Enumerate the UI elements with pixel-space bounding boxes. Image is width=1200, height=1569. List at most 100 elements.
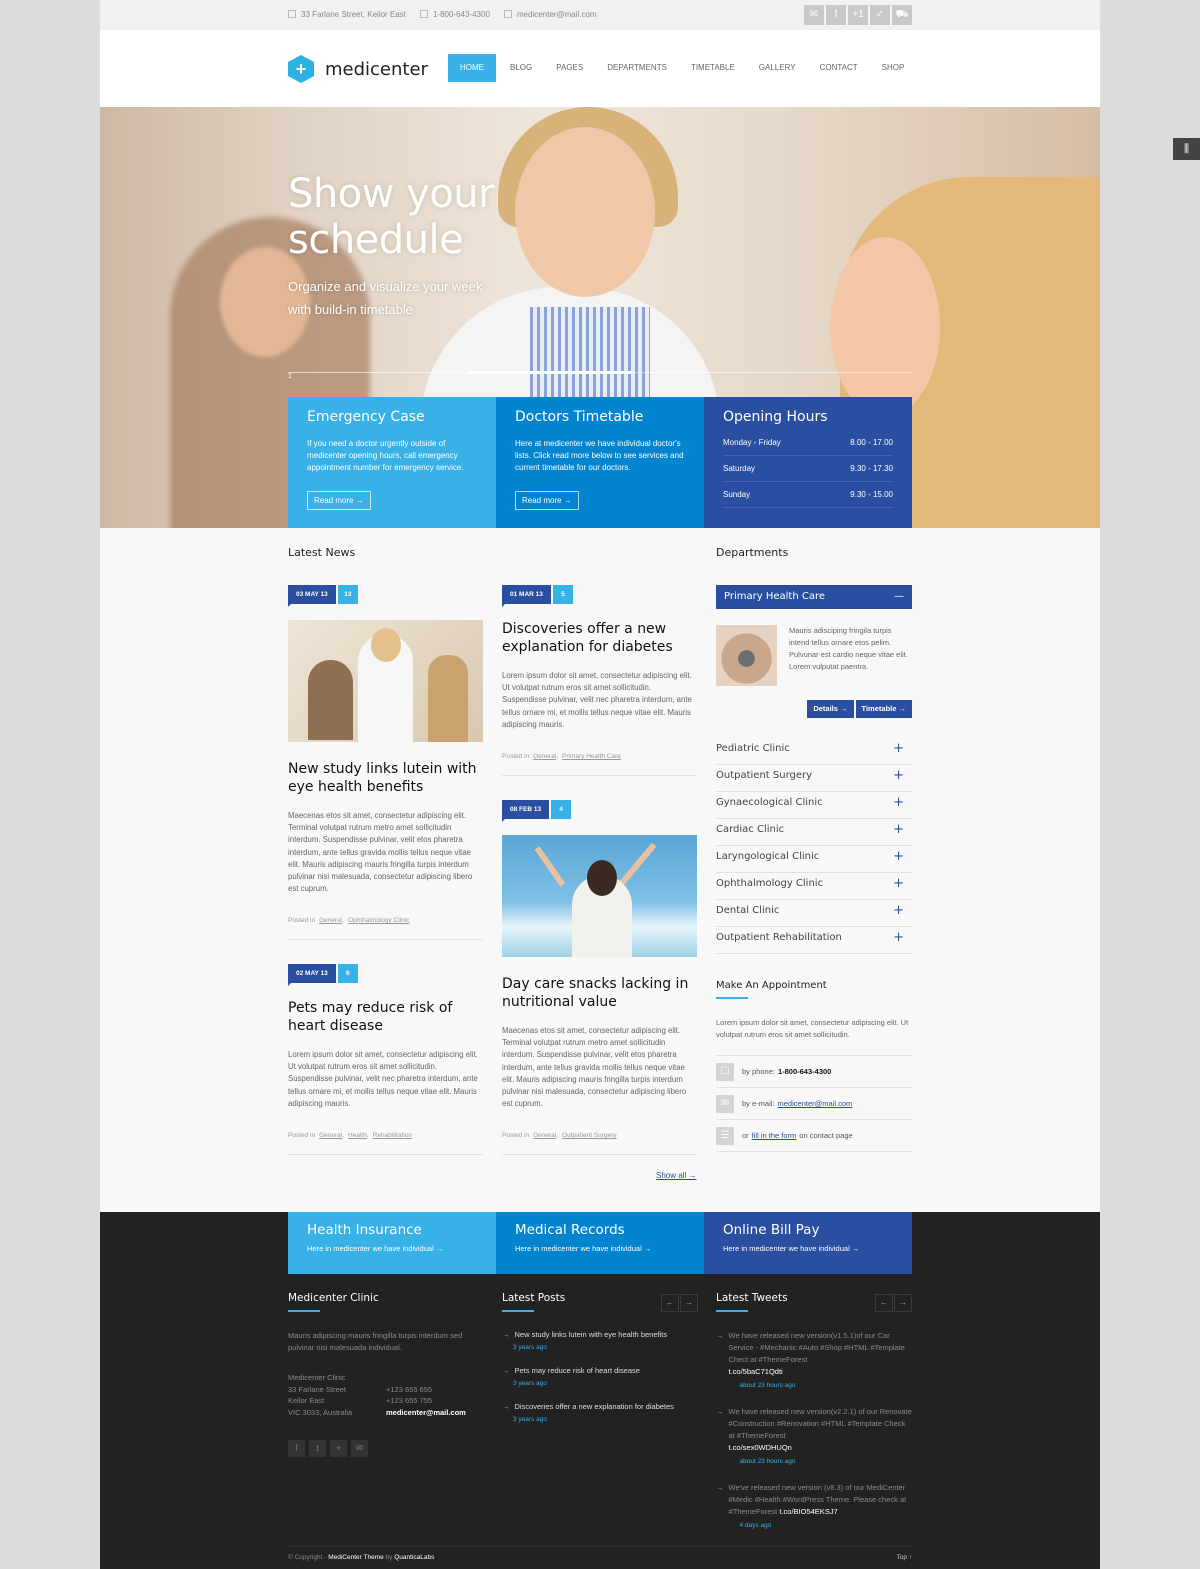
details-button[interactable]: Details → (807, 700, 854, 718)
tweet-link[interactable]: t.co/5baC71Qdti (729, 1367, 783, 1376)
department-item[interactable]: Outpatient Surgery + (716, 765, 912, 792)
department-item[interactable]: Gynaecological Clinic + (716, 792, 912, 819)
prev-arrow-icon[interactable]: ← (661, 1294, 679, 1312)
expand-icon: + (893, 768, 904, 783)
department-item[interactable]: Ophthalmology Clinic + (716, 873, 912, 900)
news-post: 08 FEB 13 4 Day care snacks lacking in nu… (502, 800, 697, 1156)
post-excerpt: Lorem ipsum dolor sit amet, consectetur … (288, 1050, 478, 1108)
nav-shop[interactable]: SHOP (870, 54, 917, 82)
post-title[interactable]: Day care snacks lacking in nutritional v… (502, 975, 697, 1011)
nav-gallery[interactable]: GALLERY (747, 54, 808, 82)
read-more-button[interactable]: Read more → (307, 491, 371, 510)
box-text: If you need a doctor urgently outside of… (307, 439, 464, 472)
news-post: 02 MAY 13 6 Pets may reduce risk of heart… (288, 964, 483, 1156)
address-text: 33 Farlane Street, Keilor East (301, 10, 406, 19)
department-item[interactable]: Cardiac Clinic + (716, 819, 912, 846)
facebook-icon[interactable]: f (826, 5, 846, 25)
twitter-icon[interactable]: t (309, 1440, 326, 1457)
tweet-link[interactable]: t.co/sex0WDHUQn (729, 1443, 792, 1452)
envelope-icon[interactable]: ✉ (351, 1440, 368, 1457)
appointment-widget: Make An Appointment Lorem ipsum dolor si… (716, 980, 912, 1152)
prev-arrow-icon[interactable]: ← (875, 1294, 893, 1312)
category-link[interactable]: Primary Health Care (562, 753, 621, 760)
next-arrow-icon[interactable]: → (680, 1294, 698, 1312)
category-link[interactable]: Ophthalmology Clinic (348, 917, 409, 924)
phone-text: 1-800-643-4300 (432, 10, 490, 19)
category-link[interactable]: Health (348, 1132, 367, 1139)
read-more-button[interactable]: Read more → (515, 491, 579, 510)
back-to-top-link[interactable]: Top ↑ (896, 1554, 912, 1561)
nav-home[interactable]: HOME (448, 54, 496, 82)
comment-count[interactable]: 5 (552, 585, 573, 604)
post-image[interactable] (288, 620, 483, 742)
clinic-email[interactable]: medicenter@mail.com (386, 1408, 466, 1417)
timetable-button[interactable]: Timetable → (855, 700, 912, 718)
department-item[interactable]: Laryngological Clinic + (716, 846, 912, 873)
tweet-link[interactable]: t.co/BIO54EKSJ7 (779, 1507, 837, 1516)
skype-icon[interactable]: ✓ (870, 5, 890, 25)
nav-timetable[interactable]: TIMETABLE (679, 54, 747, 82)
comment-count[interactable]: 4 (551, 800, 572, 819)
department-item[interactable]: Dental Clinic + (716, 900, 912, 927)
post-title[interactable]: Discoveries offer a new explanation for … (502, 620, 697, 656)
category-link[interactable]: General (533, 1132, 556, 1139)
nav-contact[interactable]: CONTACT (808, 54, 870, 82)
author-link[interactable]: QuanticaLabs (394, 1554, 434, 1561)
category-link[interactable]: Rehabilitation (373, 1132, 412, 1139)
department-image (716, 625, 777, 686)
post-title[interactable]: Pets may reduce risk of heart disease (288, 999, 483, 1035)
medical-records-box[interactable]: Medical Records Here in medicenter we hav… (496, 1212, 704, 1274)
envelope-icon[interactable]: ✉ (804, 5, 824, 25)
appointment-email: ✉ by e-mail: medicenter@mail.com (716, 1088, 912, 1120)
hours-table: Monday - Friday 8.00 - 17.00 Saturday 9.30… (723, 438, 893, 508)
opening-hours-box: Opening Hours Monday - Friday 8.00 - 17.0… (704, 397, 912, 528)
expand-icon: + (893, 903, 904, 918)
nav-blog[interactable]: BLOG (498, 54, 544, 82)
expand-icon: + (893, 876, 904, 891)
main-nav: HOME BLOG PAGES DEPARTMENTS TIMETABLE GA… (448, 54, 916, 82)
nav-pages[interactable]: PAGES (544, 54, 595, 82)
comment-count[interactable]: 13 (337, 585, 358, 604)
clinic-text: Mauris adipiscing mauris fringilla turpi… (288, 1331, 463, 1352)
email-link[interactable]: medicenter@mail.com (778, 1099, 853, 1108)
nav-departments[interactable]: DEPARTMENTS (595, 54, 679, 82)
feature-boxes: Emergency Case If you need a doctor urge… (288, 397, 912, 528)
comment-count[interactable]: 6 (337, 964, 358, 983)
email-info: medicenter@mail.com (503, 10, 597, 19)
google-plus-icon[interactable]: + (330, 1440, 347, 1457)
footer-post-item[interactable]: → Discoveries offer a new explanation for… (502, 1402, 698, 1423)
post-excerpt: Maecenas etos sit amet, consectetur adip… (288, 811, 473, 894)
post-title[interactable]: New study links lutein with eye health b… (288, 760, 483, 796)
post-excerpt: Maecenas etos sit amet, consectetur adip… (502, 1026, 687, 1109)
online-bill-pay-box[interactable]: Online Bill Pay Here in medicenter we hav… (704, 1212, 912, 1274)
footer-post-item[interactable]: → New study links lutein with eye health … (502, 1330, 698, 1351)
cart-icon[interactable]: ⛟ (892, 5, 912, 25)
category-link[interactable]: General (319, 917, 342, 924)
show-all-link[interactable]: Show all → (656, 1171, 696, 1180)
settings-sliders-icon[interactable]: ⫼ (1173, 138, 1200, 160)
contact-form-link[interactable]: fill in the form (752, 1131, 797, 1140)
health-insurance-box[interactable]: Health Insurance Here in medicenter we ha… (288, 1212, 496, 1274)
form-icon: ☰ (716, 1126, 734, 1145)
category-link[interactable]: General (319, 1132, 342, 1139)
department-item[interactable]: Outpatient Rehabilitation + (716, 927, 912, 954)
category-link[interactable]: General (533, 753, 556, 760)
logo[interactable]: + medicenter (288, 55, 428, 83)
category-link[interactable]: Outpatient Surgery (562, 1132, 617, 1139)
phone-icon (419, 10, 428, 18)
google-plus-icon[interactable]: +1 (848, 5, 868, 25)
footer-social: f t + ✉ (288, 1440, 484, 1457)
expand-icon: + (893, 822, 904, 837)
theme-link[interactable]: MediCenter Theme (328, 1554, 384, 1561)
slide-number: 1 (288, 373, 292, 380)
department-item[interactable]: Pediatric Clinic + (716, 738, 912, 765)
next-arrow-icon[interactable]: → (894, 1294, 912, 1312)
footer-post-item[interactable]: → Pets may reduce risk of heart disease 3 … (502, 1366, 698, 1387)
facebook-icon[interactable]: f (288, 1440, 305, 1457)
post-excerpt: Lorem ipsum dolor sit amet, consectetur … (502, 671, 692, 729)
accordion-header-primary-health-care[interactable]: Primary Health Care — (716, 585, 912, 609)
page: 33 Farlane Street, Keilor East 1-800-643… (100, 0, 1100, 1569)
post-image[interactable] (502, 835, 697, 957)
post-date: 02 MAY 13 (288, 964, 336, 986)
collapse-icon[interactable]: — (894, 585, 904, 609)
